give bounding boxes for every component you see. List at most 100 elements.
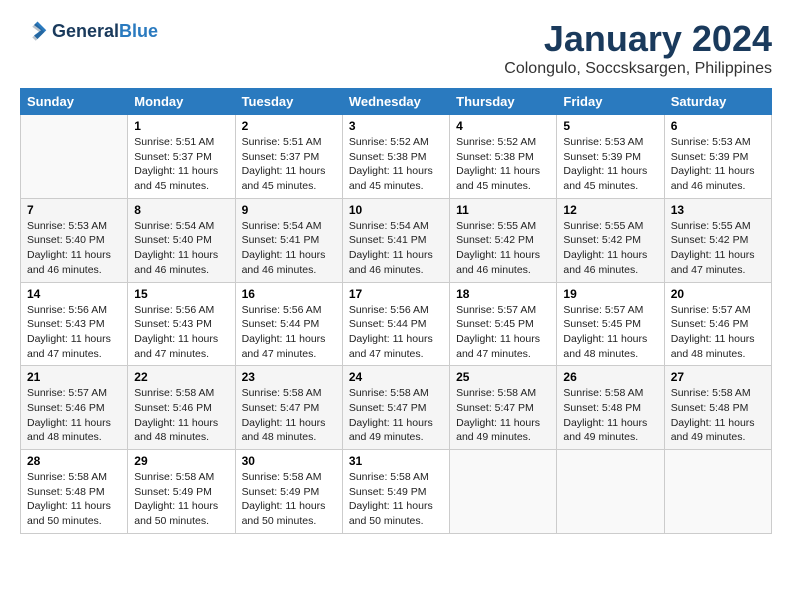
calendar-cell: 15 Sunrise: 5:56 AM Sunset: 5:43 PM Dayli…: [128, 282, 235, 366]
day-info: Sunrise: 5:57 AM Sunset: 5:45 PM Dayligh…: [456, 303, 550, 362]
col-header-friday: Friday: [557, 89, 664, 115]
day-number: 31: [349, 454, 443, 468]
day-info: Sunrise: 5:58 AM Sunset: 5:49 PM Dayligh…: [349, 470, 443, 529]
day-info: Sunrise: 5:58 AM Sunset: 5:48 PM Dayligh…: [563, 386, 657, 445]
week-row-4: 21 Sunrise: 5:57 AM Sunset: 5:46 PM Dayli…: [21, 366, 772, 450]
calendar-cell: 30 Sunrise: 5:58 AM Sunset: 5:49 PM Dayli…: [235, 450, 342, 534]
day-info: Sunrise: 5:58 AM Sunset: 5:48 PM Dayligh…: [671, 386, 765, 445]
calendar-cell: 3Sunrise: 5:52 AM Sunset: 5:38 PM Daylig…: [342, 115, 449, 199]
calendar-cell: 23Sunrise: 5:58 AM Sunset: 5:47 PM Dayli…: [235, 366, 342, 450]
calendar-cell: 2Sunrise: 5:51 AM Sunset: 5:37 PM Daylig…: [235, 115, 342, 199]
day-number: 18: [456, 287, 550, 301]
col-header-thursday: Thursday: [450, 89, 557, 115]
day-number: 21: [27, 370, 121, 384]
day-info: Sunrise: 5:53 AM Sunset: 5:39 PM Dayligh…: [671, 135, 765, 194]
calendar-cell: 14 Sunrise: 5:56 AM Sunset: 5:43 PM Dayli…: [21, 282, 128, 366]
calendar-cell: 11 Sunrise: 5:55 AM Sunset: 5:42 PM Dayli…: [450, 198, 557, 282]
day-number: 7: [27, 203, 121, 217]
calendar-cell: 25 Sunrise: 5:58 AM Sunset: 5:47 PM Dayli…: [450, 366, 557, 450]
calendar-cell: 19 Sunrise: 5:57 AM Sunset: 5:45 PM Dayli…: [557, 282, 664, 366]
day-info: Sunrise: 5:57 AM Sunset: 5:46 PM Dayligh…: [671, 303, 765, 362]
calendar-cell: 18 Sunrise: 5:57 AM Sunset: 5:45 PM Dayli…: [450, 282, 557, 366]
day-info: Sunrise: 5:53 AM Sunset: 5:40 PM Dayligh…: [27, 219, 121, 278]
day-number: 14: [27, 287, 121, 301]
calendar-cell: 1Sunrise: 5:51 AM Sunset: 5:37 PM Daylig…: [128, 115, 235, 199]
day-number: 17: [349, 287, 443, 301]
calendar-cell: 27Sunrise: 5:58 AM Sunset: 5:48 PM Dayli…: [664, 366, 771, 450]
day-number: 8: [134, 203, 228, 217]
day-info: Sunrise: 5:58 AM Sunset: 5:46 PM Dayligh…: [134, 386, 228, 445]
calendar-cell: [557, 450, 664, 534]
logo-line1: GeneralBlue: [52, 22, 158, 42]
day-number: 6: [671, 119, 765, 133]
day-number: 2: [242, 119, 336, 133]
logo-blue: Blue: [119, 21, 158, 41]
day-info: Sunrise: 5:58 AM Sunset: 5:47 PM Dayligh…: [242, 386, 336, 445]
day-info: Sunrise: 5:56 AM Sunset: 5:44 PM Dayligh…: [349, 303, 443, 362]
calendar-cell: 29 Sunrise: 5:58 AM Sunset: 5:49 PM Dayli…: [128, 450, 235, 534]
calendar-cell: 17 Sunrise: 5:56 AM Sunset: 5:44 PM Dayli…: [342, 282, 449, 366]
calendar-cell: 9 Sunrise: 5:54 AM Sunset: 5:41 PM Daylig…: [235, 198, 342, 282]
col-header-sunday: Sunday: [21, 89, 128, 115]
calendar-cell: 28 Sunrise: 5:58 AM Sunset: 5:48 PM Dayli…: [21, 450, 128, 534]
col-header-saturday: Saturday: [664, 89, 771, 115]
main-title: January 2024: [504, 18, 772, 60]
logo-icon: [20, 18, 48, 46]
day-number: 3: [349, 119, 443, 133]
day-number: 29: [134, 454, 228, 468]
calendar-cell: 21 Sunrise: 5:57 AM Sunset: 5:46 PM Dayli…: [21, 366, 128, 450]
day-number: 9: [242, 203, 336, 217]
day-number: 20: [671, 287, 765, 301]
logo: GeneralBlue: [20, 18, 158, 46]
day-info: Sunrise: 5:55 AM Sunset: 5:42 PM Dayligh…: [456, 219, 550, 278]
calendar-cell: [21, 115, 128, 199]
day-number: 12: [563, 203, 657, 217]
calendar-cell: 31 Sunrise: 5:58 AM Sunset: 5:49 PM Dayli…: [342, 450, 449, 534]
header: GeneralBlue January 2024 Colongulo, Socc…: [20, 18, 772, 78]
calendar-cell: 16Sunrise: 5:56 AM Sunset: 5:44 PM Dayli…: [235, 282, 342, 366]
col-header-wednesday: Wednesday: [342, 89, 449, 115]
day-info: Sunrise: 5:56 AM Sunset: 5:43 PM Dayligh…: [134, 303, 228, 362]
page: GeneralBlue January 2024 Colongulo, Socc…: [0, 0, 792, 612]
day-info: Sunrise: 5:58 AM Sunset: 5:47 PM Dayligh…: [456, 386, 550, 445]
day-info: Sunrise: 5:55 AM Sunset: 5:42 PM Dayligh…: [563, 219, 657, 278]
day-number: 10: [349, 203, 443, 217]
day-info: Sunrise: 5:54 AM Sunset: 5:41 PM Dayligh…: [242, 219, 336, 278]
day-number: 1: [134, 119, 228, 133]
calendar-cell: 6 Sunrise: 5:53 AM Sunset: 5:39 PM Daylig…: [664, 115, 771, 199]
day-info: Sunrise: 5:57 AM Sunset: 5:46 PM Dayligh…: [27, 386, 121, 445]
day-info: Sunrise: 5:58 AM Sunset: 5:49 PM Dayligh…: [134, 470, 228, 529]
day-info: Sunrise: 5:54 AM Sunset: 5:41 PM Dayligh…: [349, 219, 443, 278]
calendar-cell: 5 Sunrise: 5:53 AM Sunset: 5:39 PM Daylig…: [557, 115, 664, 199]
day-info: Sunrise: 5:53 AM Sunset: 5:39 PM Dayligh…: [563, 135, 657, 194]
day-info: Sunrise: 5:58 AM Sunset: 5:49 PM Dayligh…: [242, 470, 336, 529]
calendar-cell: 10 Sunrise: 5:54 AM Sunset: 5:41 PM Dayli…: [342, 198, 449, 282]
week-row-1: 1Sunrise: 5:51 AM Sunset: 5:37 PM Daylig…: [21, 115, 772, 199]
day-info: Sunrise: 5:54 AM Sunset: 5:40 PM Dayligh…: [134, 219, 228, 278]
calendar-cell: 4Sunrise: 5:52 AM Sunset: 5:38 PM Daylig…: [450, 115, 557, 199]
day-number: 11: [456, 203, 550, 217]
day-info: Sunrise: 5:55 AM Sunset: 5:42 PM Dayligh…: [671, 219, 765, 278]
calendar-cell: [450, 450, 557, 534]
day-number: 19: [563, 287, 657, 301]
col-header-monday: Monday: [128, 89, 235, 115]
calendar-cell: 13 Sunrise: 5:55 AM Sunset: 5:42 PM Dayli…: [664, 198, 771, 282]
calendar-cell: [664, 450, 771, 534]
day-number: 28: [27, 454, 121, 468]
calendar-cell: 24Sunrise: 5:58 AM Sunset: 5:47 PM Dayli…: [342, 366, 449, 450]
day-number: 13: [671, 203, 765, 217]
day-info: Sunrise: 5:58 AM Sunset: 5:47 PM Dayligh…: [349, 386, 443, 445]
day-number: 25: [456, 370, 550, 384]
day-number: 5: [563, 119, 657, 133]
week-row-5: 28 Sunrise: 5:58 AM Sunset: 5:48 PM Dayli…: [21, 450, 772, 534]
day-number: 30: [242, 454, 336, 468]
day-info: Sunrise: 5:57 AM Sunset: 5:45 PM Dayligh…: [563, 303, 657, 362]
day-number: 15: [134, 287, 228, 301]
calendar-cell: 22Sunrise: 5:58 AM Sunset: 5:46 PM Dayli…: [128, 366, 235, 450]
week-row-3: 14 Sunrise: 5:56 AM Sunset: 5:43 PM Dayli…: [21, 282, 772, 366]
day-info: Sunrise: 5:56 AM Sunset: 5:44 PM Dayligh…: [242, 303, 336, 362]
day-info: Sunrise: 5:56 AM Sunset: 5:43 PM Dayligh…: [27, 303, 121, 362]
day-info: Sunrise: 5:52 AM Sunset: 5:38 PM Dayligh…: [456, 135, 550, 194]
day-info: Sunrise: 5:58 AM Sunset: 5:48 PM Dayligh…: [27, 470, 121, 529]
title-block: January 2024 Colongulo, Soccsksargen, Ph…: [504, 18, 772, 78]
